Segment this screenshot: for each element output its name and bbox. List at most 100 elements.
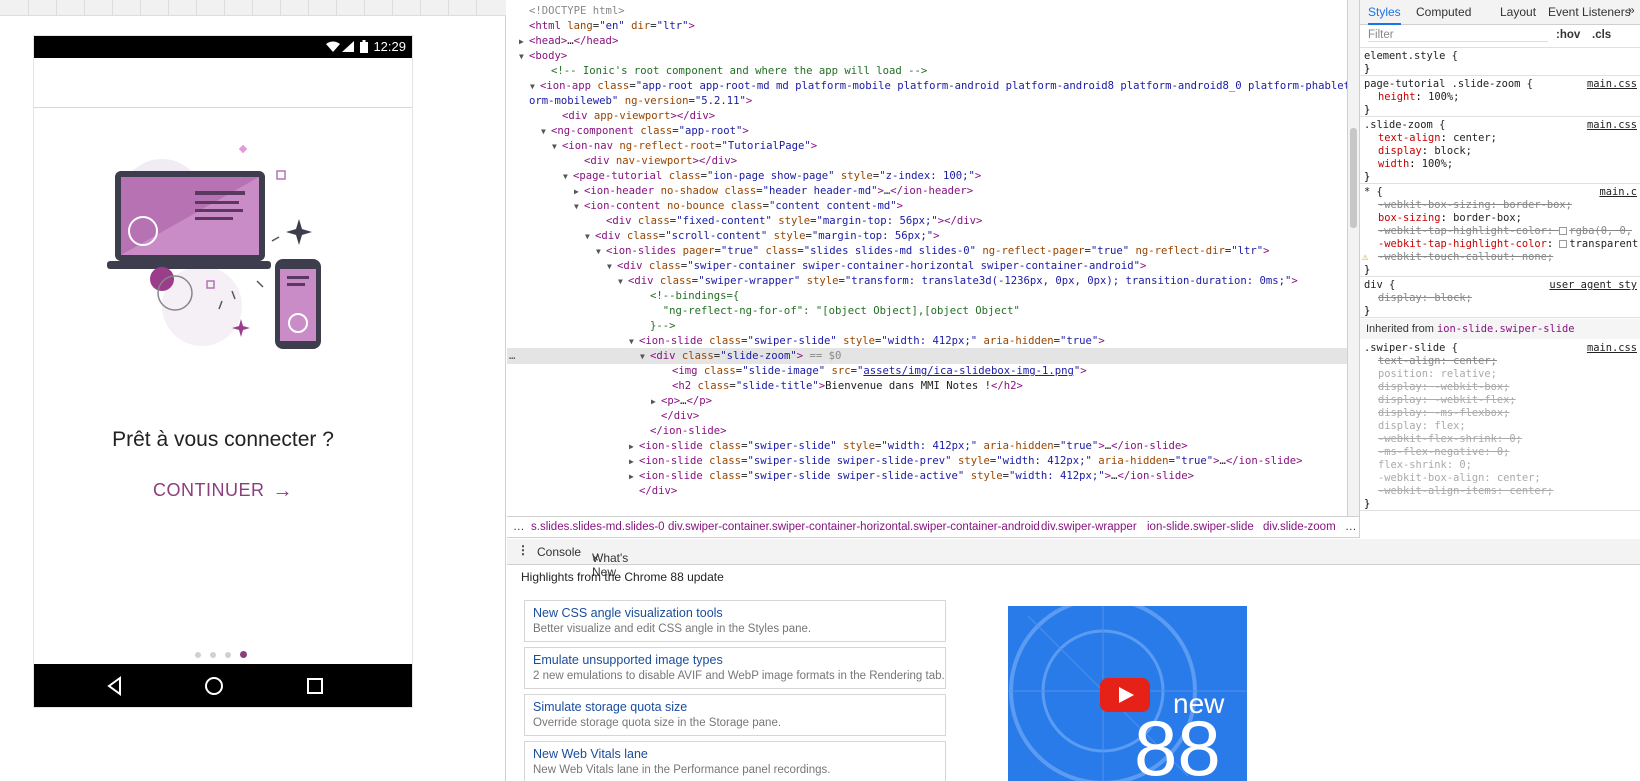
dom-node[interactable]: ▼ <ion-app class="app-root app-root-md md… (507, 78, 1347, 94)
breadcrumb-item[interactable]: div.swiper-wrapper (1041, 521, 1137, 533)
rule-source-link[interactable]: main.css (1587, 118, 1637, 132)
pager-dot[interactable] (225, 651, 231, 658)
breadcrumb-more-icon[interactable]: … (513, 521, 525, 533)
elements-tree[interactable]: <!DOCTYPE html> <html lang="en" dir="ltr"… (507, 0, 1348, 516)
dom-node[interactable]: ▶ <p>…</p> (507, 393, 1347, 409)
dom-node[interactable]: <div class="fixed-content" style="margin… (507, 213, 1347, 229)
expand-triangle-icon[interactable]: ▶ (651, 394, 661, 409)
expand-triangle-icon[interactable]: ▼ (629, 334, 639, 349)
inherited-from-link[interactable]: ion-slide.swiper-slide (1437, 323, 1575, 335)
style-declaration[interactable]: position: relative; (1360, 367, 1640, 381)
tab-console[interactable]: Console (537, 545, 581, 559)
dom-node[interactable]: </div> (507, 408, 1347, 424)
pager-dot-active[interactable] (240, 651, 247, 658)
styles-filter-input[interactable]: Filter (1368, 29, 1548, 42)
drawer-menu-icon[interactable]: ⋮ (517, 543, 529, 557)
style-rule-selector[interactable]: * {main.c (1360, 185, 1640, 199)
recents-icon[interactable] (304, 675, 326, 697)
breadcrumb-item[interactable]: s.slides.slides-md.slides-0 (531, 521, 665, 533)
color-swatch[interactable] (1559, 240, 1568, 248)
style-declaration[interactable]: -webkit-tap-highlight-color: transparent (1360, 237, 1640, 251)
expand-triangle-icon[interactable]: ▼ (530, 79, 540, 94)
dom-node[interactable]: ▶ <ion-slide class="swiper-slide" style="… (507, 438, 1347, 454)
style-rule-selector[interactable]: .slide-zoom {main.css (1360, 118, 1640, 132)
dom-node[interactable]: ▼ <body> (507, 48, 1347, 64)
expand-triangle-icon[interactable]: ▶ (629, 469, 639, 484)
rule-source-link[interactable]: main.css (1587, 341, 1637, 355)
dom-node[interactable]: ▼ <div class="swiper-container swiper-con… (507, 258, 1347, 274)
dom-node[interactable]: ▶ <ion-header no-shadow class="header hea… (507, 183, 1347, 199)
expand-triangle-icon[interactable]: ▼ (585, 229, 595, 244)
dom-node[interactable]: ▼ <ion-nav ng-reflect-root="TutorialPage"… (507, 138, 1347, 154)
expand-triangle-icon[interactable]: ▼ (574, 199, 584, 214)
home-icon[interactable] (203, 675, 225, 697)
cls-toggle[interactable]: .cls (1592, 29, 1611, 41)
expand-triangle-icon[interactable]: ▼ (541, 124, 551, 139)
expand-triangle-icon[interactable]: ▼ (563, 169, 573, 184)
rule-source-link[interactable]: main.c (1599, 185, 1637, 199)
dom-node[interactable]: <html lang="en" dir="ltr"> (507, 18, 1347, 34)
dom-node[interactable]: orm-mobileweb" ng-version="5.2.11"> (507, 93, 1347, 109)
style-declaration[interactable]: box-sizing: border-box; (1360, 211, 1640, 225)
dom-node[interactable]: <div nav-viewport></div> (507, 153, 1347, 169)
tab-computed[interactable]: Computed (1416, 5, 1471, 19)
dom-node[interactable]: <!--bindings={ (507, 288, 1347, 304)
dom-node[interactable]: ▼ <div class="swiper-wrapper" style="tran… (507, 273, 1347, 289)
expand-triangle-icon[interactable]: ▼ (596, 244, 606, 259)
expand-triangle-icon[interactable]: ▶ (519, 34, 529, 49)
style-declaration[interactable]: ⚠ -webkit-touch-callout: none; (1360, 250, 1640, 264)
dom-node[interactable]: <!DOCTYPE html> (507, 3, 1347, 19)
expand-triangle-icon[interactable]: ▼ (618, 274, 628, 289)
style-declaration[interactable]: height: 100%; (1360, 90, 1640, 104)
pager-dot[interactable] (210, 651, 216, 658)
dom-node[interactable]: ▶ <ion-slide class="swiper-slide swiper-s… (507, 468, 1347, 484)
breadcrumb-item[interactable]: ion-slide.swiper-slide (1147, 521, 1254, 533)
tab-event-listeners[interactable]: Event Listeners (1548, 5, 1631, 19)
dom-node[interactable]: ▼ <ng-component class="app-root"> (507, 123, 1347, 139)
whats-new-video[interactable]: new 88 (1008, 606, 1247, 781)
expand-triangle-icon[interactable]: ▼ (640, 349, 650, 364)
dom-node[interactable]: ▼ <div class="scroll-content" style="marg… (507, 228, 1347, 244)
feature-card[interactable]: New CSS angle visualization tools Better… (524, 600, 946, 642)
style-declaration[interactable]: display: block; (1360, 144, 1640, 158)
style-declaration[interactable]: display: -webkit-flex; (1360, 393, 1640, 407)
style-declaration[interactable]: display: -ms-flexbox; (1360, 406, 1640, 420)
dom-node[interactable]: <img class="slide-image" src="assets/img… (507, 363, 1347, 379)
rule-source-link[interactable]: user agent sty (1549, 278, 1637, 292)
dom-node[interactable]: </ion-slide> (507, 423, 1347, 439)
dom-node-selected[interactable]: … ▼ <div class="slide-zoom"> == $0 (507, 348, 1347, 364)
dom-node[interactable]: ▼ <ion-slides pager="true" class="slides … (507, 243, 1347, 259)
style-declaration[interactable]: display: flex; (1360, 419, 1640, 433)
breadcrumb-item[interactable]: div.swiper-container.swiper-container-ho… (668, 521, 1040, 533)
style-declaration[interactable]: -webkit-flex-shrink: 0; (1360, 432, 1640, 446)
style-declaration[interactable]: text-align: center; (1360, 354, 1640, 368)
more-tabs-icon[interactable]: » (1628, 3, 1635, 17)
expand-triangle-icon[interactable]: ▶ (629, 439, 639, 454)
rule-source-link[interactable]: main.css (1587, 77, 1637, 91)
feature-card[interactable]: Simulate storage quota size Override sto… (524, 694, 946, 736)
dom-node[interactable]: <h2 class="slide-title">Bienvenue dans M… (507, 378, 1347, 394)
style-declaration[interactable]: flex-shrink: 0; (1360, 458, 1640, 472)
dom-node[interactable]: ▶ <head>…</head> (507, 33, 1347, 49)
continue-button[interactable]: CONTINUER → (34, 479, 412, 502)
dom-node[interactable]: "ng-reflect-ng-for-of": "[object Object]… (507, 303, 1347, 319)
style-declaration[interactable]: -ms-flex-negative: 0; (1360, 445, 1640, 459)
dom-node[interactable]: ▶ <ion-slide class="swiper-slide swiper-s… (507, 453, 1347, 469)
dom-node[interactable]: <!-- Ionic's root component and where th… (507, 63, 1347, 79)
expand-triangle-icon[interactable]: ▼ (552, 139, 562, 154)
style-declaration[interactable]: width: 100%; (1360, 157, 1640, 171)
close-icon[interactable]: × (592, 551, 599, 565)
style-rule-selector[interactable]: element.style { (1360, 49, 1640, 63)
hov-toggle[interactable]: :hov (1556, 29, 1580, 41)
expand-triangle-icon[interactable]: ▼ (519, 49, 529, 64)
style-declaration[interactable]: -webkit-box-align: center; (1360, 471, 1640, 485)
feature-card[interactable]: New Web Vitals lane New Web Vitals lane … (524, 741, 946, 781)
breadcrumb-more-icon[interactable]: … (1345, 521, 1357, 533)
style-declaration[interactable]: -webkit-box-sizing: border-box; (1360, 198, 1640, 212)
style-declaration[interactable]: -webkit-align-items: center; (1360, 484, 1640, 498)
dom-node[interactable]: ▼ <ion-content no-bounce class="content c… (507, 198, 1347, 214)
breadcrumb-item[interactable]: div.slide-zoom (1263, 521, 1336, 533)
tab-layout[interactable]: Layout (1500, 5, 1536, 19)
dom-node[interactable]: }--> (507, 318, 1347, 334)
dom-node[interactable]: ▼ <page-tutorial class="ion-page show-pag… (507, 168, 1347, 184)
